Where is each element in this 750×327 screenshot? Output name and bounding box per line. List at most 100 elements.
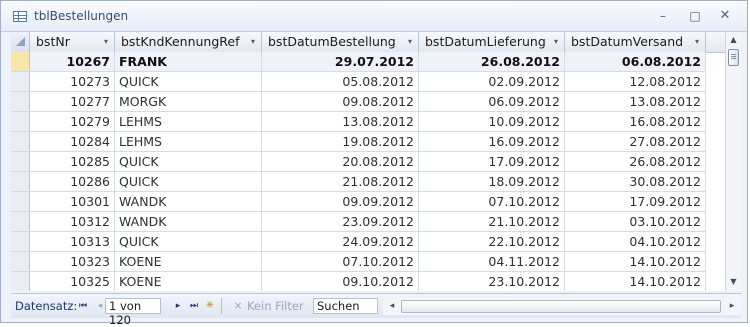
horizontal-scrollbar[interactable]: ◂ ▸: [383, 298, 741, 315]
cell-bstNr[interactable]: 10285: [30, 152, 115, 171]
cell-bestellung[interactable]: 07.10.2012: [262, 252, 419, 271]
cell-kunde[interactable]: QUICK: [115, 172, 262, 191]
cell-lieferung[interactable]: 10.09.2012: [419, 112, 565, 131]
cell-bestellung[interactable]: 23.09.2012: [262, 212, 419, 231]
vertical-scrollbar[interactable]: ▲ ▼: [725, 32, 741, 291]
cell-bestellung[interactable]: 21.08.2012: [262, 172, 419, 191]
dropdown-arrow-icon[interactable]: ▾: [408, 32, 412, 52]
cell-bstNr[interactable]: 10301: [30, 192, 115, 211]
row-selector[interactable]: [11, 52, 30, 71]
table-row[interactable]: 10285 QUICK 20.08.2012 17.09.2012 26.08.2012: [11, 152, 706, 172]
cell-versand[interactable]: 27.08.2012: [565, 132, 706, 151]
table-row[interactable]: 10284 LEHMS 19.08.2012 16.09.2012 27.08.2012: [11, 132, 706, 152]
cell-versand[interactable]: 17.09.2012: [565, 192, 706, 211]
scroll-left-icon[interactable]: ◂: [385, 299, 399, 313]
dropdown-arrow-icon[interactable]: ▾: [104, 32, 108, 52]
cell-bstNr[interactable]: 10279: [30, 112, 115, 131]
next-record-icon[interactable]: ▸: [171, 299, 185, 313]
filter-status-label[interactable]: Kein Filter: [247, 299, 304, 313]
cell-kunde[interactable]: LEHMS: [115, 132, 262, 151]
cell-bestellung[interactable]: 09.08.2012: [262, 92, 419, 111]
search-input[interactable]: Suchen: [313, 298, 378, 314]
record-position-field[interactable]: 1 von 120: [105, 298, 161, 327]
cell-kunde[interactable]: QUICK: [115, 72, 262, 91]
cell-versand[interactable]: 14.10.2012: [565, 252, 706, 271]
horizontal-scroll-thumb[interactable]: [401, 300, 721, 313]
row-selector[interactable]: [11, 112, 30, 131]
table-row[interactable]: 10277 MORGK 09.08.2012 06.09.2012 13.08.2012: [11, 92, 706, 112]
title-bar[interactable]: tblBestellungen – □ ✕: [1, 1, 747, 32]
row-selector[interactable]: [11, 132, 30, 151]
cell-versand[interactable]: 03.10.2012: [565, 212, 706, 231]
cell-bestellung[interactable]: 29.07.2012: [262, 52, 419, 71]
row-selector[interactable]: [11, 172, 30, 191]
cell-kunde[interactable]: QUICK: [115, 152, 262, 171]
close-button[interactable]: ✕: [714, 7, 736, 25]
select-all-corner[interactable]: [11, 32, 30, 52]
table-row[interactable]: 10273 QUICK 05.08.2012 02.09.2012 12.08.2012: [11, 72, 706, 92]
table-row[interactable]: 10286 QUICK 21.08.2012 18.09.2012 30.08.2012: [11, 172, 706, 192]
table-row[interactable]: 10279 LEHMS 13.08.2012 10.09.2012 16.08.2012: [11, 112, 706, 132]
column-header-bstDatumLieferung[interactable]: bstDatumLieferung ▾: [419, 32, 565, 52]
cell-versand[interactable]: 26.08.2012: [565, 152, 706, 171]
table-row[interactable]: 10313 QUICK 24.09.2012 22.10.2012 04.10.2012: [11, 232, 706, 252]
first-record-icon[interactable]: ⏮: [76, 299, 90, 313]
cell-bstNr[interactable]: 10286: [30, 172, 115, 191]
cell-bestellung[interactable]: 09.09.2012: [262, 192, 419, 211]
cell-lieferung[interactable]: 02.09.2012: [419, 72, 565, 91]
cell-kunde[interactable]: KOENE: [115, 272, 262, 291]
cell-bestellung[interactable]: 05.08.2012: [262, 72, 419, 91]
cell-lieferung[interactable]: 04.11.2012: [419, 252, 565, 271]
dropdown-arrow-icon[interactable]: ▾: [554, 32, 558, 52]
row-selector[interactable]: [11, 92, 30, 111]
table-row[interactable]: 10267 FRANK 29.07.2012 26.08.2012 06.08.2012: [11, 52, 706, 72]
column-header-bstDatumBestellung[interactable]: bstDatumBestellung ▾: [262, 32, 419, 52]
new-record-icon[interactable]: ✳: [203, 299, 217, 313]
column-header-bstDatumVersand[interactable]: bstDatumVersand ▾: [565, 32, 706, 52]
cell-bestellung[interactable]: 20.08.2012: [262, 152, 419, 171]
table-row[interactable]: 10325 KOENE 09.10.2012 23.10.2012 14.10.2012: [11, 272, 706, 291]
cell-kunde[interactable]: MORGK: [115, 92, 262, 111]
row-selector[interactable]: [11, 272, 30, 291]
cell-kunde[interactable]: LEHMS: [115, 112, 262, 131]
minimize-button[interactable]: –: [652, 7, 674, 25]
scroll-up-icon[interactable]: ▲: [726, 33, 741, 47]
maximize-button[interactable]: □: [684, 7, 706, 25]
dropdown-arrow-icon[interactable]: ▾: [695, 32, 699, 52]
cell-lieferung[interactable]: 17.09.2012: [419, 152, 565, 171]
cell-bstNr[interactable]: 10323: [30, 252, 115, 271]
scroll-thumb[interactable]: [728, 49, 739, 66]
cell-kunde[interactable]: KOENE: [115, 252, 262, 271]
row-selector[interactable]: [11, 72, 30, 91]
cell-versand[interactable]: 14.10.2012: [565, 272, 706, 291]
row-selector[interactable]: [11, 252, 30, 271]
cell-versand[interactable]: 16.08.2012: [565, 112, 706, 131]
cell-bstNr[interactable]: 10284: [30, 132, 115, 151]
row-selector[interactable]: [11, 212, 30, 231]
cell-bestellung[interactable]: 19.08.2012: [262, 132, 419, 151]
funnel-crossed-icon[interactable]: ⨯: [231, 299, 245, 313]
cell-lieferung[interactable]: 16.09.2012: [419, 132, 565, 151]
cell-kunde[interactable]: FRANK: [115, 52, 262, 71]
cell-lieferung[interactable]: 23.10.2012: [419, 272, 565, 291]
cell-versand[interactable]: 13.08.2012: [565, 92, 706, 111]
cell-versand[interactable]: 30.08.2012: [565, 172, 706, 191]
cell-lieferung[interactable]: 18.09.2012: [419, 172, 565, 191]
cell-lieferung[interactable]: 26.08.2012: [419, 52, 565, 71]
column-header-bstKndKennungRef[interactable]: bstKndKennungRef ▾: [115, 32, 262, 52]
row-selector[interactable]: [11, 192, 30, 211]
cell-bstNr[interactable]: 10312: [30, 212, 115, 231]
cell-bestellung[interactable]: 24.09.2012: [262, 232, 419, 251]
last-record-icon[interactable]: ⏭: [187, 299, 201, 313]
cell-bstNr[interactable]: 10325: [30, 272, 115, 291]
cell-versand[interactable]: 12.08.2012: [565, 72, 706, 91]
cell-bstNr[interactable]: 10273: [30, 72, 115, 91]
cell-bestellung[interactable]: 09.10.2012: [262, 272, 419, 291]
dropdown-arrow-icon[interactable]: ▾: [251, 32, 255, 52]
cell-kunde[interactable]: WANDK: [115, 212, 262, 231]
cell-kunde[interactable]: QUICK: [115, 232, 262, 251]
row-selector[interactable]: [11, 152, 30, 171]
cell-bstNr[interactable]: 10313: [30, 232, 115, 251]
row-selector[interactable]: [11, 232, 30, 251]
scroll-down-icon[interactable]: ▼: [726, 275, 741, 289]
